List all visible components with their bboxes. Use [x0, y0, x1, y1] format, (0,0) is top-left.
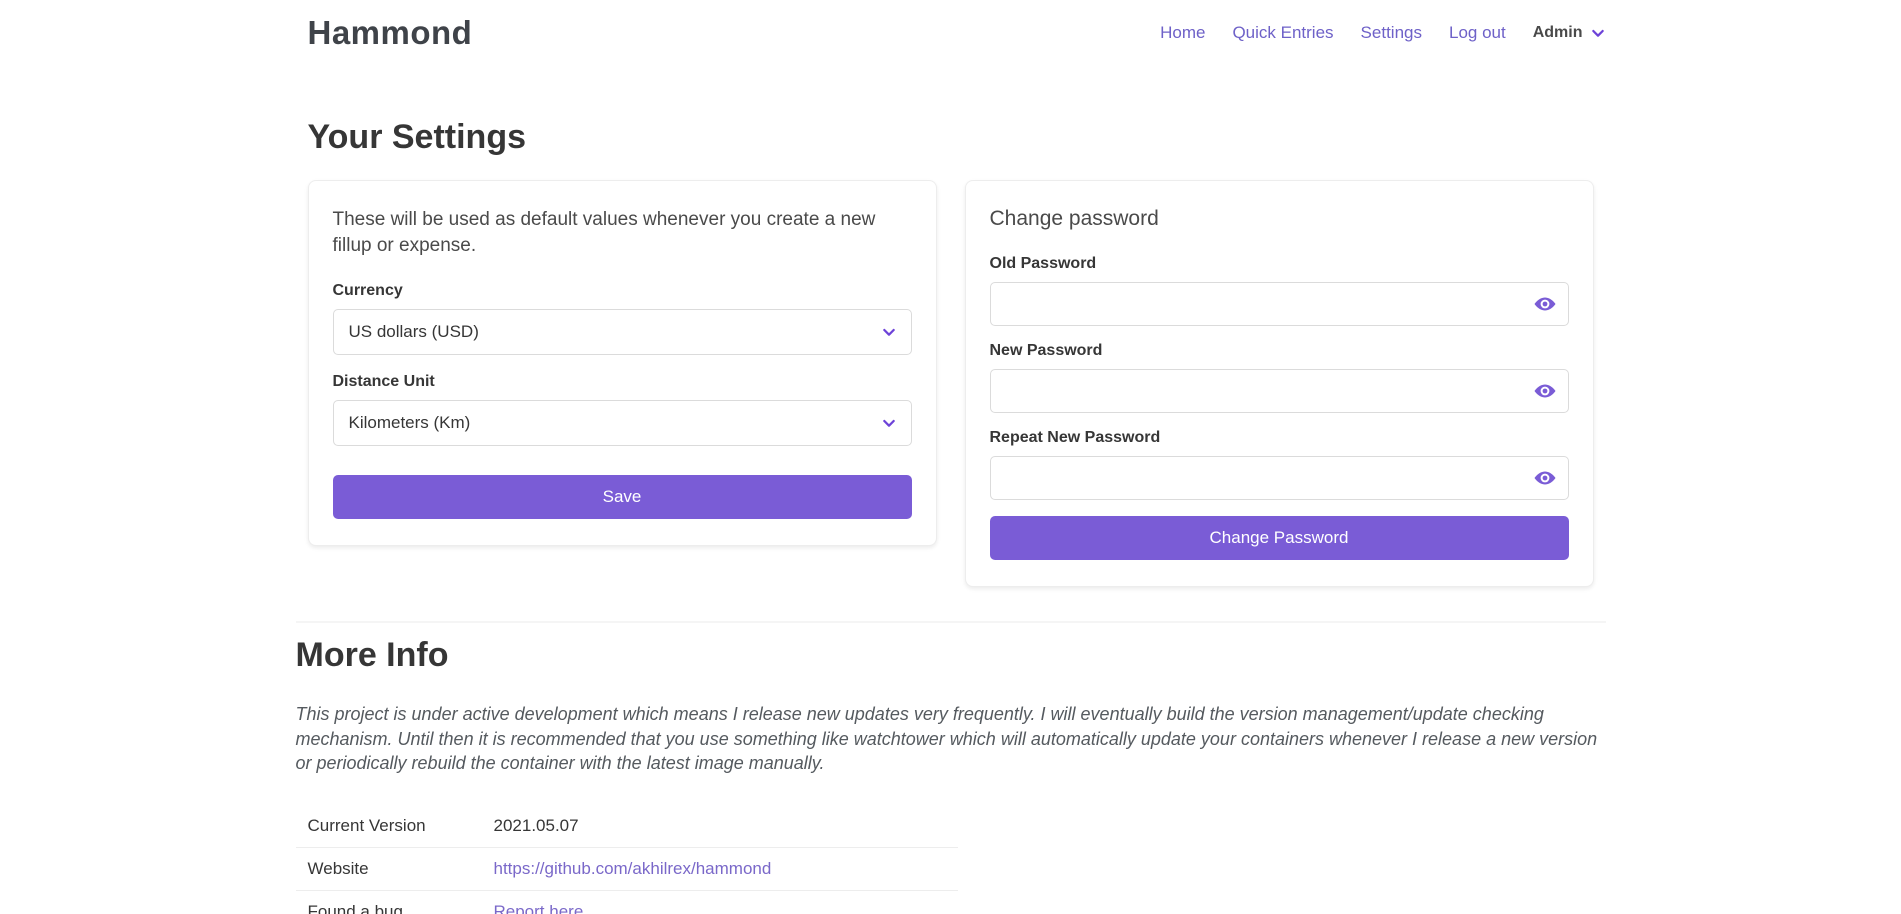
development-note: This project is under active development… — [296, 702, 1606, 776]
nav-item-logout[interactable]: Log out — [1449, 23, 1506, 43]
eye-icon[interactable] — [1533, 292, 1557, 316]
nav-item-settings[interactable]: Settings — [1361, 23, 1422, 43]
page-title: Your Settings — [308, 118, 1594, 157]
table-row: Website https://github.com/akhilrex/hamm… — [296, 847, 958, 890]
chevron-down-icon — [1590, 25, 1606, 41]
top-nav: Home Quick Entries Settings Log out Admi… — [1160, 23, 1605, 43]
new-password-input[interactable] — [990, 369, 1569, 413]
eye-icon[interactable] — [1533, 379, 1557, 403]
info-table: Current Version 2021.05.07 Website https… — [296, 805, 958, 914]
defaults-description: These will be used as default values whe… — [333, 207, 912, 258]
change-password-button[interactable]: Change Password — [990, 516, 1569, 560]
currency-select[interactable]: US dollars (USD) — [333, 309, 912, 355]
distance-unit-label: Distance Unit — [333, 373, 912, 391]
change-password-title: Change password — [990, 207, 1569, 231]
distance-unit-selected-value: Kilometers (Km) — [349, 413, 471, 433]
more-info-title: More Info — [296, 636, 1606, 675]
old-password-input[interactable] — [990, 282, 1569, 326]
brand-logo[interactable]: Hammond — [296, 14, 473, 52]
info-label: Current Version — [296, 805, 482, 848]
info-label: Website — [296, 847, 482, 890]
admin-menu-label: Admin — [1533, 24, 1583, 42]
section-divider — [296, 621, 1606, 623]
repeat-password-label: Repeat New Password — [990, 429, 1569, 447]
site-header: Hammond Home Quick Entries Settings Log … — [0, 0, 1901, 64]
table-row: Found a bug Report here — [296, 890, 958, 914]
admin-menu[interactable]: Admin — [1533, 24, 1606, 42]
distance-unit-select[interactable]: Kilometers (Km) — [333, 400, 912, 446]
nav-item-quick-entries[interactable]: Quick Entries — [1232, 23, 1333, 43]
chevron-down-icon — [881, 324, 897, 340]
table-row: Current Version 2021.05.07 — [296, 805, 958, 848]
chevron-down-icon — [881, 415, 897, 431]
info-label: Found a bug — [296, 890, 482, 914]
repeat-password-input[interactable] — [990, 456, 1569, 500]
new-password-label: New Password — [990, 342, 1569, 360]
more-info-section: More Info This project is under active d… — [296, 636, 1606, 914]
save-button[interactable]: Save — [333, 475, 912, 519]
report-bug-link[interactable]: Report here — [494, 902, 584, 914]
nav-item-home[interactable]: Home — [1160, 23, 1205, 43]
old-password-label: Old Password — [990, 255, 1569, 273]
currency-label: Currency — [333, 282, 912, 300]
info-value: 2021.05.07 — [482, 805, 958, 848]
currency-selected-value: US dollars (USD) — [349, 322, 479, 342]
main-content: Your Settings These will be used as defa… — [296, 118, 1606, 914]
change-password-card: Change password Old Password New Passwor… — [965, 180, 1594, 587]
defaults-card: These will be used as default values whe… — [308, 180, 937, 546]
eye-icon[interactable] — [1533, 466, 1557, 490]
website-link[interactable]: https://github.com/akhilrex/hammond — [494, 859, 772, 878]
